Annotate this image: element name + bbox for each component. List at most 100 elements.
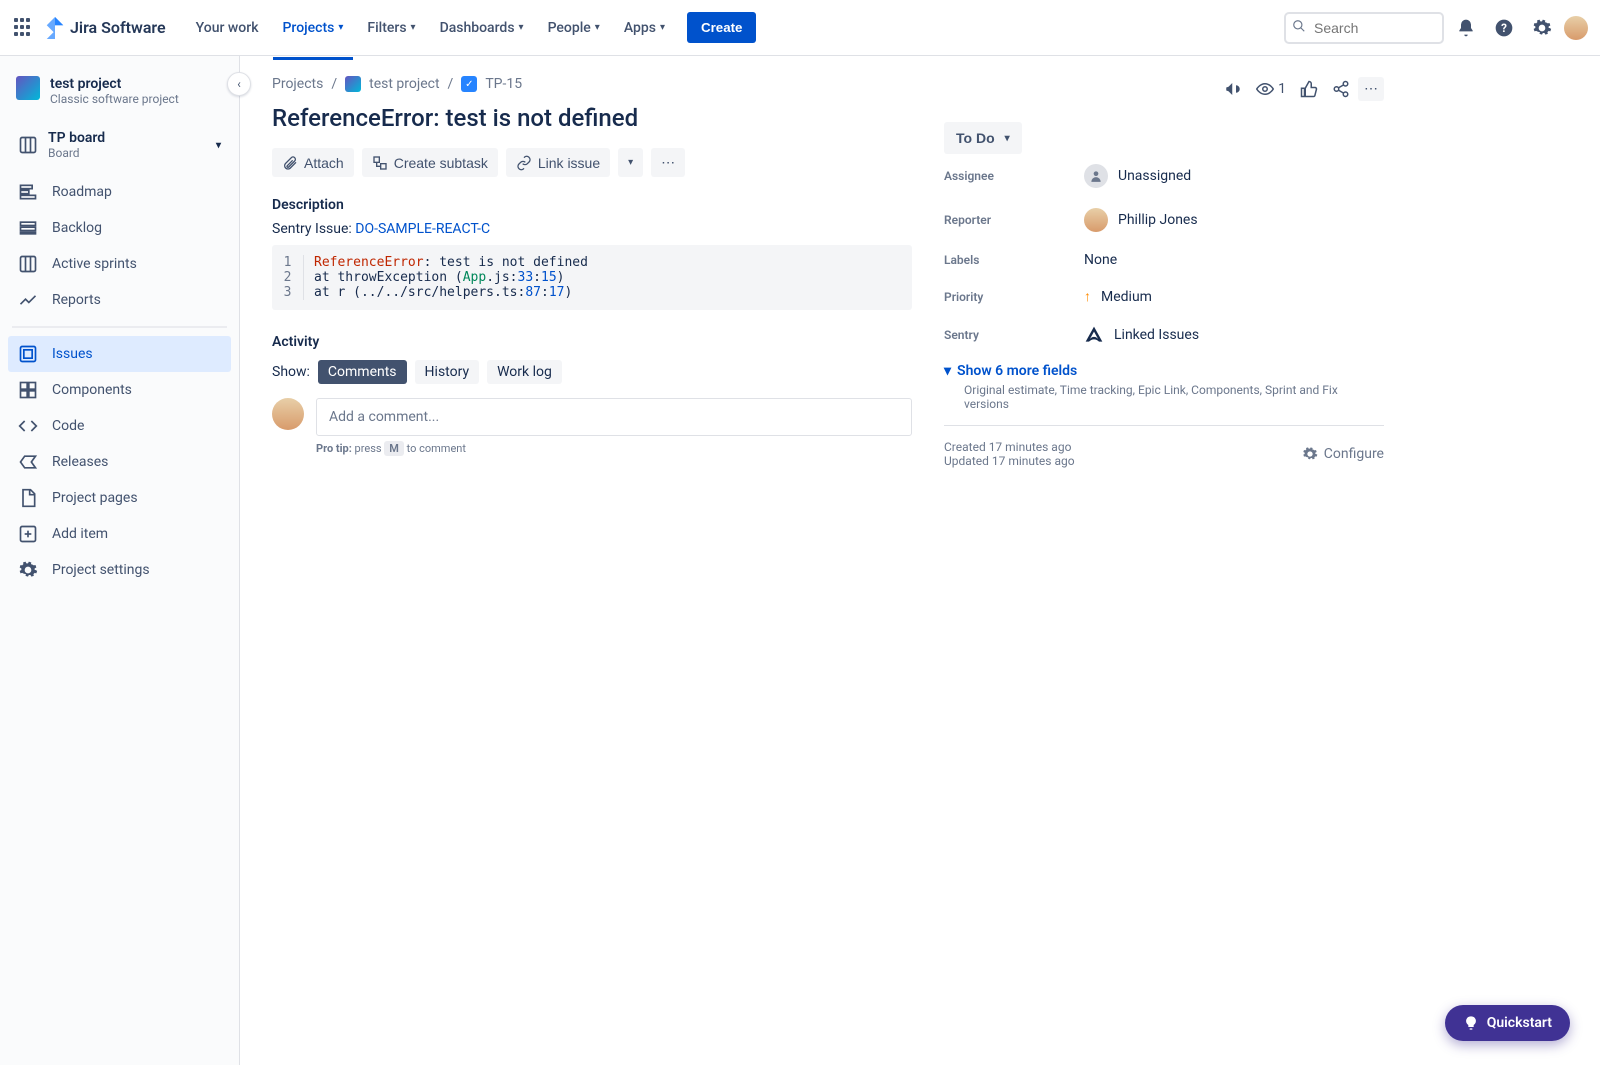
chevron-down-icon: ▾ [944,363,951,379]
sidebar-item-code[interactable]: Code [8,408,231,444]
field-labels[interactable]: Labels None [944,242,1384,278]
jira-logo[interactable]: Jira Software [44,17,166,39]
nav-projects[interactable]: Projects▾ [273,14,354,42]
tab-comments[interactable]: Comments [318,360,407,384]
created-timestamp: Created 17 minutes ago [944,440,1075,454]
roadmap-icon [18,182,38,202]
nav-dashboards[interactable]: Dashboards▾ [430,14,534,42]
share-icon [1332,80,1350,98]
more-actions-button[interactable]: ⋯ [651,148,685,177]
show-more-fields[interactable]: ▾Show 6 more fields [944,363,1384,379]
sidebar-item-project-pages[interactable]: Project pages [8,480,231,516]
more-options-button[interactable]: ⋯ [1358,77,1384,101]
jira-logo-icon [44,17,66,39]
sidebar-item-issues[interactable]: Issues [8,336,231,372]
tab-history[interactable]: History [415,360,480,384]
sidebar-item-roadmap[interactable]: Roadmap [8,174,231,210]
search-input[interactable] [1284,12,1444,44]
sidebar-divider [12,326,227,328]
breadcrumb-project[interactable]: test project [369,76,439,92]
updated-timestamp: Updated 17 minutes ago [944,454,1075,468]
notifications-icon[interactable] [1450,12,1482,44]
board-icon [18,135,38,155]
attach-button[interactable]: Attach [272,148,354,177]
activity-heading: Activity [272,334,912,350]
project-header[interactable]: test project Classic software project [8,72,231,122]
breadcrumb: Projects / test project / ✓ TP-15 [272,76,912,92]
link-dropdown-button[interactable]: ▾ [618,148,643,177]
field-sentry[interactable]: Sentry Linked Issues [944,315,1384,355]
help-icon[interactable]: ? [1488,12,1520,44]
eye-icon [1256,80,1274,98]
description-heading: Description [272,197,912,213]
share-button[interactable] [1326,76,1356,102]
nav-your-work[interactable]: Your work [186,14,269,42]
chevron-down-icon: ▾ [1005,133,1010,144]
issue-title[interactable]: ReferenceError: test is not defined [272,104,912,132]
megaphone-icon [1224,80,1242,98]
create-button[interactable]: Create [687,12,757,43]
comment-input[interactable]: Add a comment... [316,398,912,436]
sidebar-item-add-item[interactable]: Add item [8,516,231,552]
app-switcher-icon[interactable] [12,16,36,40]
chevron-down-icon: ▾ [595,22,600,33]
gear-icon [1302,446,1318,462]
sidebar-item-releases[interactable]: Releases [8,444,231,480]
nav-people[interactable]: People▾ [538,14,610,42]
project-icon [16,76,40,100]
nav-apps[interactable]: Apps▾ [614,14,675,42]
sentry-issue-link[interactable]: DO-SAMPLE-REACT-C [355,221,490,237]
settings-icon[interactable] [1526,12,1558,44]
chevron-down-icon: ▾ [628,157,633,168]
board-name: TP board [48,130,206,146]
status-dropdown[interactable]: To Do▾ [944,122,1022,154]
watch-button[interactable]: 1 [1250,76,1292,102]
sidebar: ‹ test project Classic software project … [0,56,240,1065]
vote-button[interactable] [1294,76,1324,102]
pages-icon [18,488,38,508]
sidebar-item-backlog[interactable]: Backlog [8,210,231,246]
user-avatar[interactable] [1564,16,1588,40]
quickstart-button[interactable]: Quickstart [1445,1005,1570,1041]
collapse-sidebar-button[interactable]: ‹ [227,72,251,96]
code-icon [18,416,38,436]
subtask-icon [372,155,388,171]
breadcrumb-projects[interactable]: Projects [272,76,323,92]
nav-filters[interactable]: Filters▾ [357,14,425,42]
commenter-avatar [272,398,304,430]
sidebar-item-active-sprints[interactable]: Active sprints [8,246,231,282]
chevron-down-icon: ▾ [411,22,416,33]
code-block: 1ReferenceError: test is not defined 2 a… [272,245,912,310]
gear-icon [18,560,38,580]
configure-button[interactable]: Configure [1302,440,1384,468]
chevron-down-icon: ▾ [519,22,524,33]
paperclip-icon [282,155,298,171]
field-reporter[interactable]: Reporter Phillip Jones [944,198,1384,242]
field-assignee[interactable]: Assignee Unassigned [944,154,1384,198]
create-subtask-button[interactable]: Create subtask [362,148,498,177]
chevron-down-icon: ▾ [338,22,343,33]
link-issue-button[interactable]: Link issue [506,148,610,177]
sidebar-item-reports[interactable]: Reports [8,282,231,318]
sidebar-item-project-settings[interactable]: Project settings [8,552,231,588]
field-priority[interactable]: Priority ↑Medium [944,278,1384,315]
project-mini-icon [345,76,361,92]
search-icon [1292,19,1306,37]
backlog-icon [18,218,38,238]
reports-icon [18,290,38,310]
board-sub: Board [48,146,206,160]
board-selector[interactable]: TP board Board ▾ [8,122,231,168]
content: Projects / test project / ✓ TP-15 Refere… [240,56,1600,1065]
description-text: Sentry Issue: DO-SAMPLE-REACT-C [272,221,912,237]
topbar: Jira Software Your work Projects▾ Filter… [0,0,1600,56]
thumbsup-icon [1300,80,1318,98]
show-label: Show: [272,364,310,380]
sidebar-item-components[interactable]: Components [8,372,231,408]
breadcrumb-issue[interactable]: TP-15 [485,76,522,92]
more-fields-sub: Original estimate, Time tracking, Epic L… [964,383,1384,411]
tab-worklog[interactable]: Work log [487,360,562,384]
task-type-icon: ✓ [461,76,477,92]
feedback-button[interactable] [1218,76,1248,102]
priority-medium-icon: ↑ [1084,288,1091,305]
link-icon [516,155,532,171]
